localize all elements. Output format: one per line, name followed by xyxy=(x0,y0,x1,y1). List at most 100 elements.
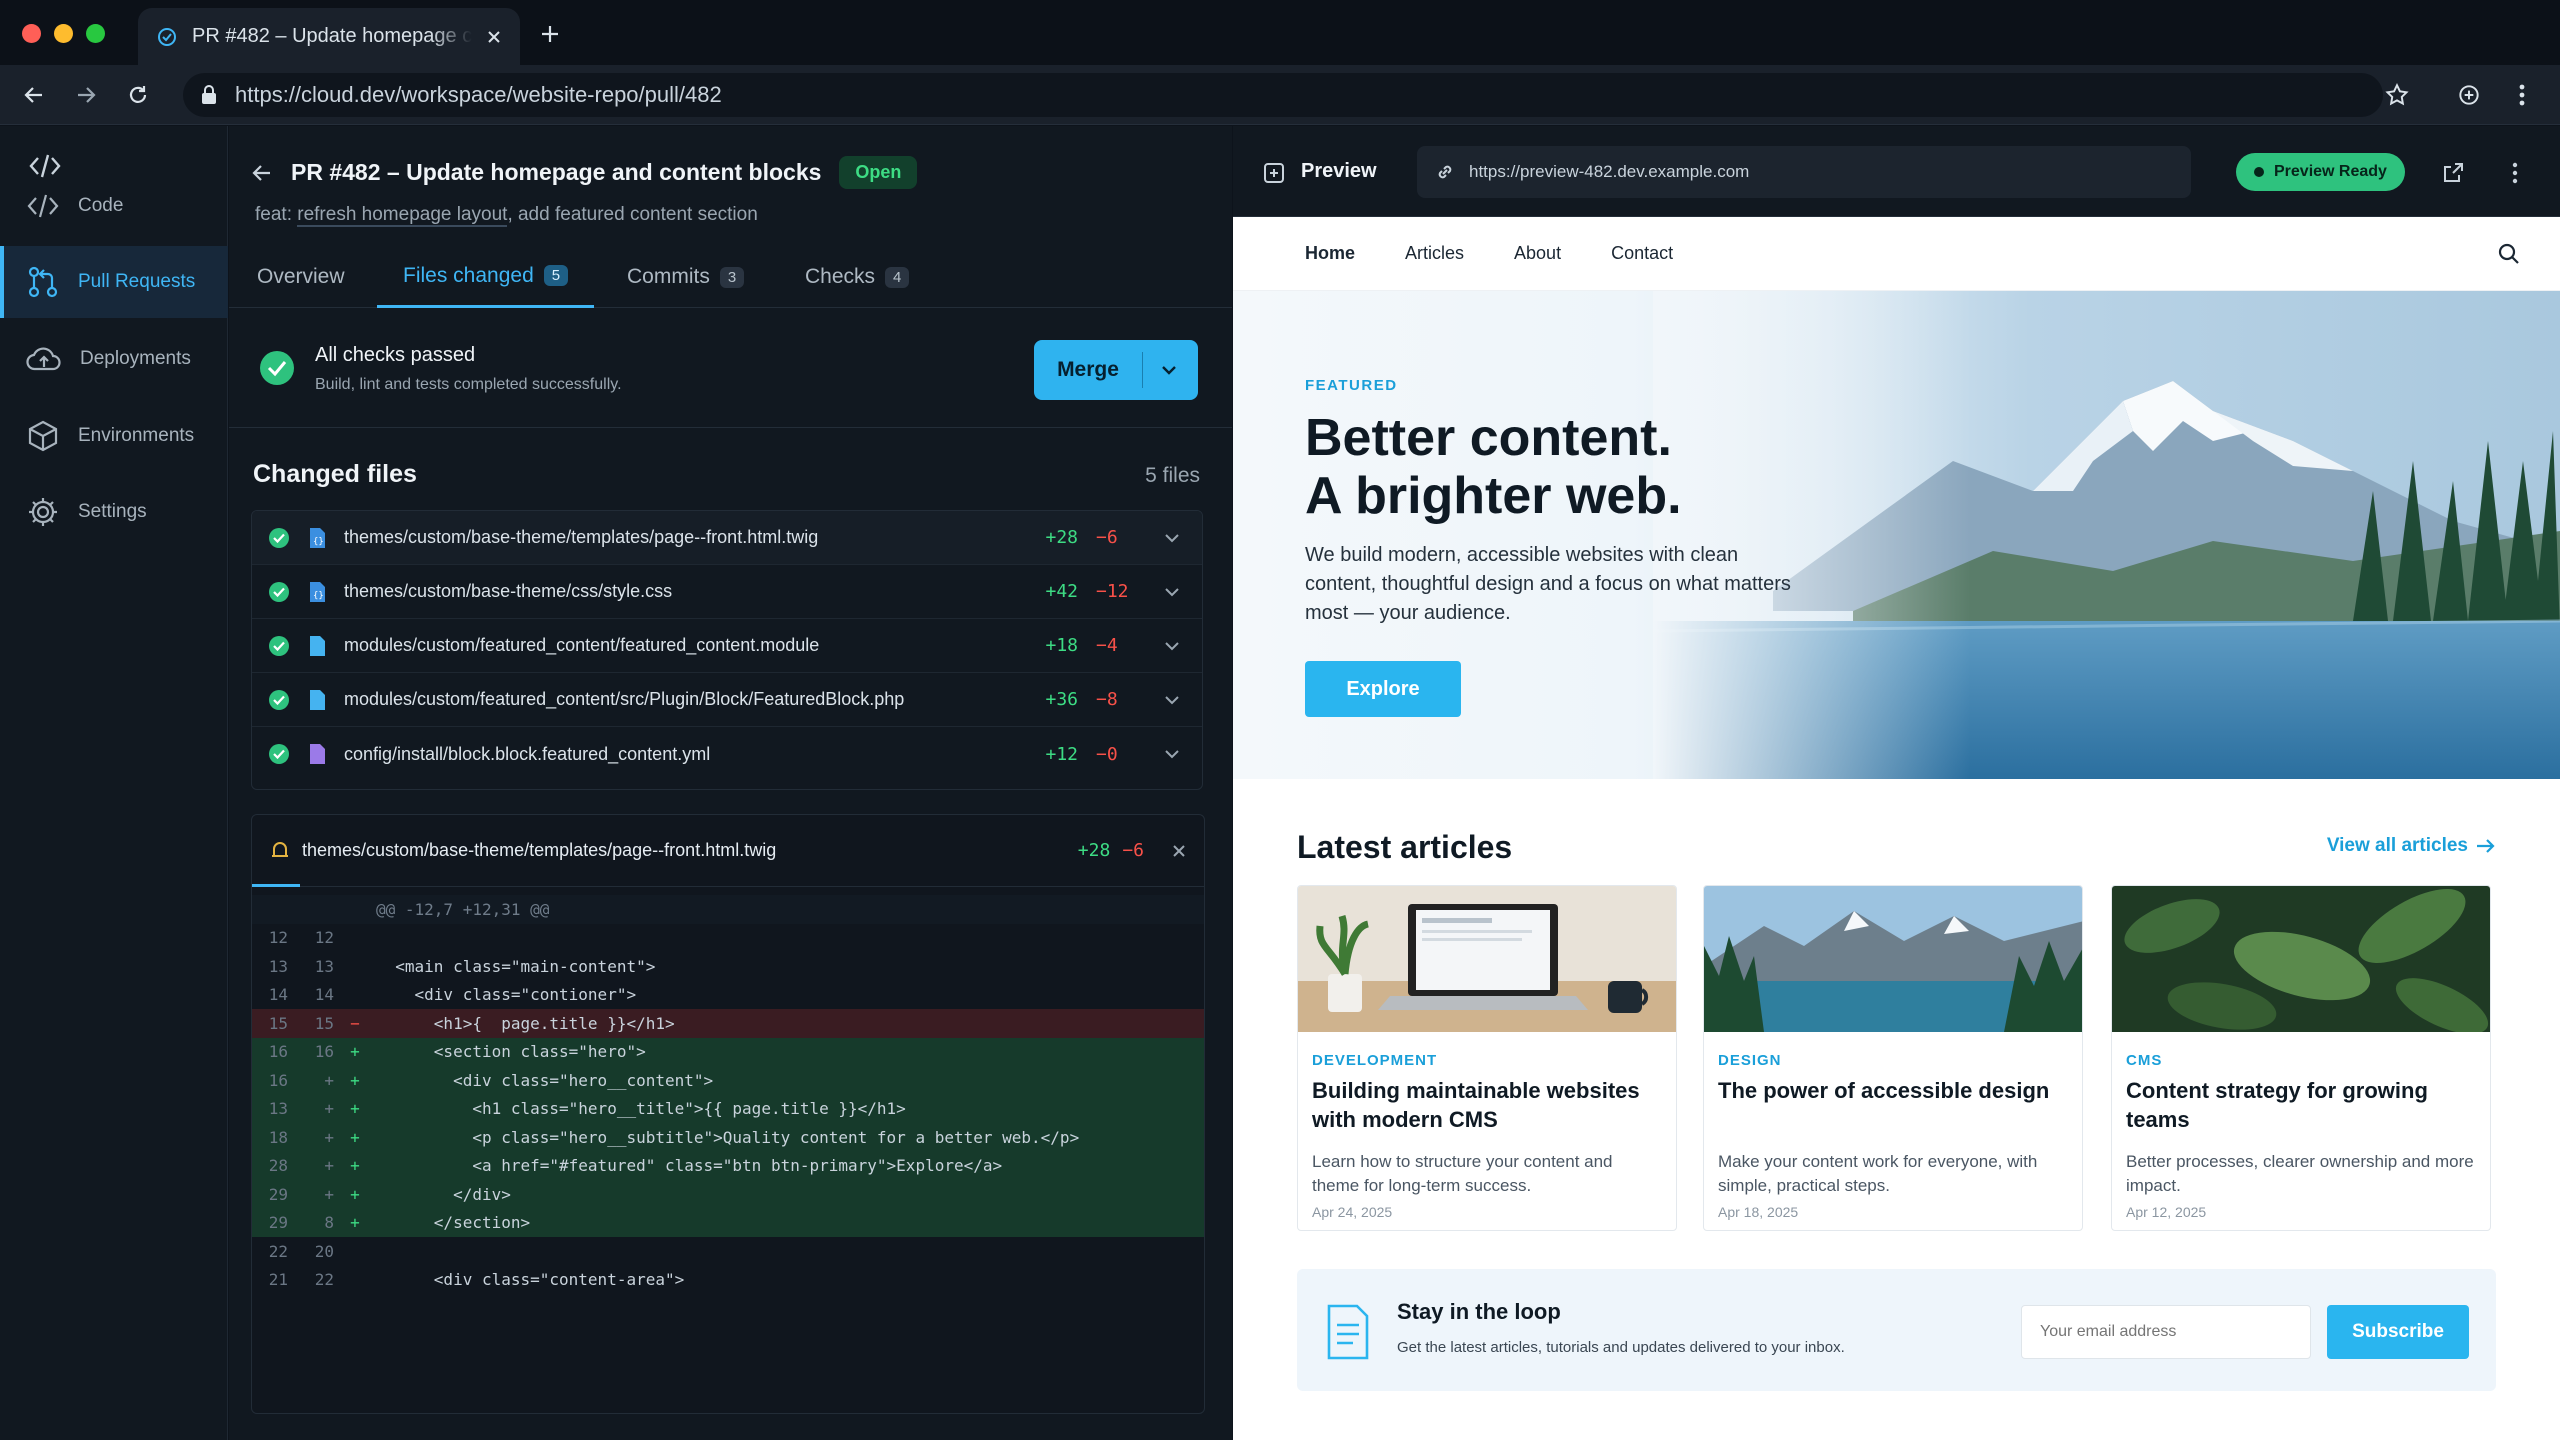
merge-button[interactable]: Merge xyxy=(1034,340,1198,400)
explore-button[interactable]: Explore xyxy=(1305,661,1461,717)
bell-file-icon xyxy=(272,841,288,857)
hero-text: We build modern, accessible websites wit… xyxy=(1305,544,1791,624)
preview-website: Home Articles About Contact FEATURED Bet… xyxy=(1233,217,2560,1440)
file-row[interactable]: {} themes/custom/base-theme/css/style.cs… xyxy=(252,565,1202,619)
hero-title-line1: Better content. xyxy=(1305,409,1672,467)
email-field[interactable] xyxy=(2021,1305,2311,1359)
file-deletions: −0 xyxy=(1096,743,1118,765)
newsletter-description: Get the latest articles, tutorials and u… xyxy=(1397,1339,1845,1356)
sidebar-item-environments[interactable]: Environments xyxy=(0,400,228,472)
diff-viewer: themes/custom/base-theme/templates/page-… xyxy=(251,814,1205,1414)
newsletter-section: Stay in the loop Get the latest articles… xyxy=(1297,1269,2496,1391)
file-row[interactable]: modules/custom/featured_content/src/Plug… xyxy=(252,673,1202,727)
file-path: themes/custom/base-theme/css/style.css xyxy=(344,581,673,601)
site-nav-home[interactable]: Home xyxy=(1305,243,1355,264)
diff-line: 14 14 <div class="contioner"> xyxy=(252,981,1204,1010)
chevron-down-icon[interactable] xyxy=(1161,364,1177,376)
file-row[interactable]: modules/custom/featured_content/featured… xyxy=(252,619,1202,673)
article-card[interactable]: DESIGN The power of accessible design Ma… xyxy=(1703,885,2083,1231)
site-nav-about[interactable]: About xyxy=(1514,243,1561,264)
diff-line: 22 20 xyxy=(252,1237,1204,1266)
chevron-down-icon[interactable] xyxy=(1164,532,1180,544)
old-line-number: 14 xyxy=(268,985,288,1005)
diff-line: 21 22 <div class="content-area"> xyxy=(252,1266,1204,1295)
pr-title: PR #482 – Update homepage and content bl… xyxy=(291,159,822,185)
old-line-number: 28 xyxy=(268,1156,288,1176)
tab-files-changed[interactable]: Files changed 5 xyxy=(377,246,595,308)
svg-text:{}: {} xyxy=(313,591,324,601)
forward-arrow-icon[interactable] xyxy=(74,83,98,107)
new-tab-icon[interactable] xyxy=(540,24,560,44)
checks-title: All checks passed xyxy=(315,344,476,366)
browser-menu-icon[interactable] xyxy=(2518,82,2526,108)
sidebar-item-settings[interactable]: Settings xyxy=(0,476,228,548)
chevron-down-icon[interactable] xyxy=(1164,748,1180,760)
extensions-icon[interactable] xyxy=(2456,82,2482,108)
new-line-number: + xyxy=(324,1127,334,1147)
chevron-down-icon[interactable] xyxy=(1164,694,1180,706)
sidebar-item-label: Pull Requests xyxy=(78,271,196,292)
tab-checks[interactable]: Checks 4 xyxy=(805,246,910,308)
diff-deletions: −6 xyxy=(1122,840,1144,861)
diff-header: themes/custom/base-theme/templates/page-… xyxy=(252,815,1204,887)
preview-url-field[interactable]: https://preview-482.dev.example.com xyxy=(1417,146,2191,198)
tab-count: 5 xyxy=(543,265,569,286)
diff-marker: + xyxy=(350,1156,360,1176)
check-circle-icon xyxy=(269,527,289,548)
close-icon[interactable] xyxy=(1172,844,1186,858)
article-card[interactable]: DEVELOPMENT Building maintainable websit… xyxy=(1297,885,1677,1231)
back-arrow-icon[interactable] xyxy=(251,162,273,184)
window-close-button[interactable] xyxy=(22,24,41,43)
diff-line: 16 + + <div class="hero__content"> xyxy=(252,1066,1204,1095)
subscribe-button[interactable]: Subscribe xyxy=(2327,1305,2469,1359)
code-text: <div class="content-area"> xyxy=(376,1270,685,1290)
sidebar-item-pull-requests[interactable]: Pull Requests xyxy=(0,246,228,318)
tab-commits[interactable]: Commits 3 xyxy=(627,246,745,308)
file-row[interactable]: config/install/block.block.featured_cont… xyxy=(252,727,1202,781)
more-options-icon[interactable] xyxy=(2511,161,2519,185)
preview-panel: Preview https://preview-482.dev.example.… xyxy=(1233,126,2560,1440)
url-field[interactable]: https://cloud.dev/workspace/website-repo… xyxy=(183,73,2383,117)
diff-line: 13 13 <main class="main-content"> xyxy=(252,952,1204,981)
sidebar-item-code[interactable]: Code xyxy=(0,170,228,242)
pr-description-link[interactable]: refresh homepage layout xyxy=(297,204,508,227)
back-arrow-icon[interactable] xyxy=(22,83,46,107)
search-icon[interactable] xyxy=(2498,243,2520,265)
hero-section: FEATURED Better content. A brighter web.… xyxy=(1233,291,2560,779)
check-circle-icon xyxy=(269,744,289,764)
article-card[interactable]: CMS Content strategy for growing teams B… xyxy=(2111,885,2491,1231)
diff-marker: + xyxy=(350,1127,360,1147)
article-image-leaves xyxy=(2112,886,2490,1032)
file-path: themes/custom/base-theme/templates/page-… xyxy=(344,527,819,547)
article-category: CMS xyxy=(2126,1052,2163,1069)
hero-kicker: FEATURED xyxy=(1305,377,1398,394)
pull-request-panel: PR #482 – Update homepage and content bl… xyxy=(229,126,1232,1440)
view-all-articles-link[interactable]: View all articles xyxy=(2327,835,2496,857)
changed-files-count: 5 files xyxy=(1145,464,1200,487)
reload-icon[interactable] xyxy=(126,83,150,107)
new-line-number: 14 xyxy=(314,985,334,1005)
pr-description-rest: , add featured content section xyxy=(507,204,758,225)
file-row[interactable]: {} themes/custom/base-theme/templates/pa… xyxy=(252,511,1202,565)
diff-line: 29 + + </div> xyxy=(252,1180,1204,1209)
bookmark-star-icon[interactable] xyxy=(2384,82,2410,108)
sidebar-item-deployments[interactable]: Deployments xyxy=(0,323,228,395)
tab-overview[interactable]: Overview xyxy=(257,246,345,308)
external-link-icon[interactable] xyxy=(2441,161,2465,185)
browser-tab[interactable]: PR #482 – Update homepage c xyxy=(138,8,520,65)
sidebar-item-label: Deployments xyxy=(80,348,191,369)
file-icon xyxy=(310,689,325,710)
article-description: Learn how to structure your content and … xyxy=(1312,1152,1613,1195)
file-icon: {} xyxy=(310,527,325,548)
new-line-number: + xyxy=(324,1099,334,1119)
window-maximize-button[interactable] xyxy=(86,24,105,43)
diff-line: 13 + + <h1 class="hero__title">{{ page.tit… xyxy=(252,1094,1204,1123)
old-line-number: 29 xyxy=(268,1213,288,1233)
new-line-number: + xyxy=(324,1184,334,1204)
site-nav-contact[interactable]: Contact xyxy=(1611,243,1673,264)
chevron-down-icon[interactable] xyxy=(1164,640,1180,652)
window-minimize-button[interactable] xyxy=(54,24,73,43)
site-nav-articles[interactable]: Articles xyxy=(1405,243,1464,264)
chevron-down-icon[interactable] xyxy=(1164,586,1180,598)
tab-close-icon[interactable] xyxy=(486,29,502,45)
